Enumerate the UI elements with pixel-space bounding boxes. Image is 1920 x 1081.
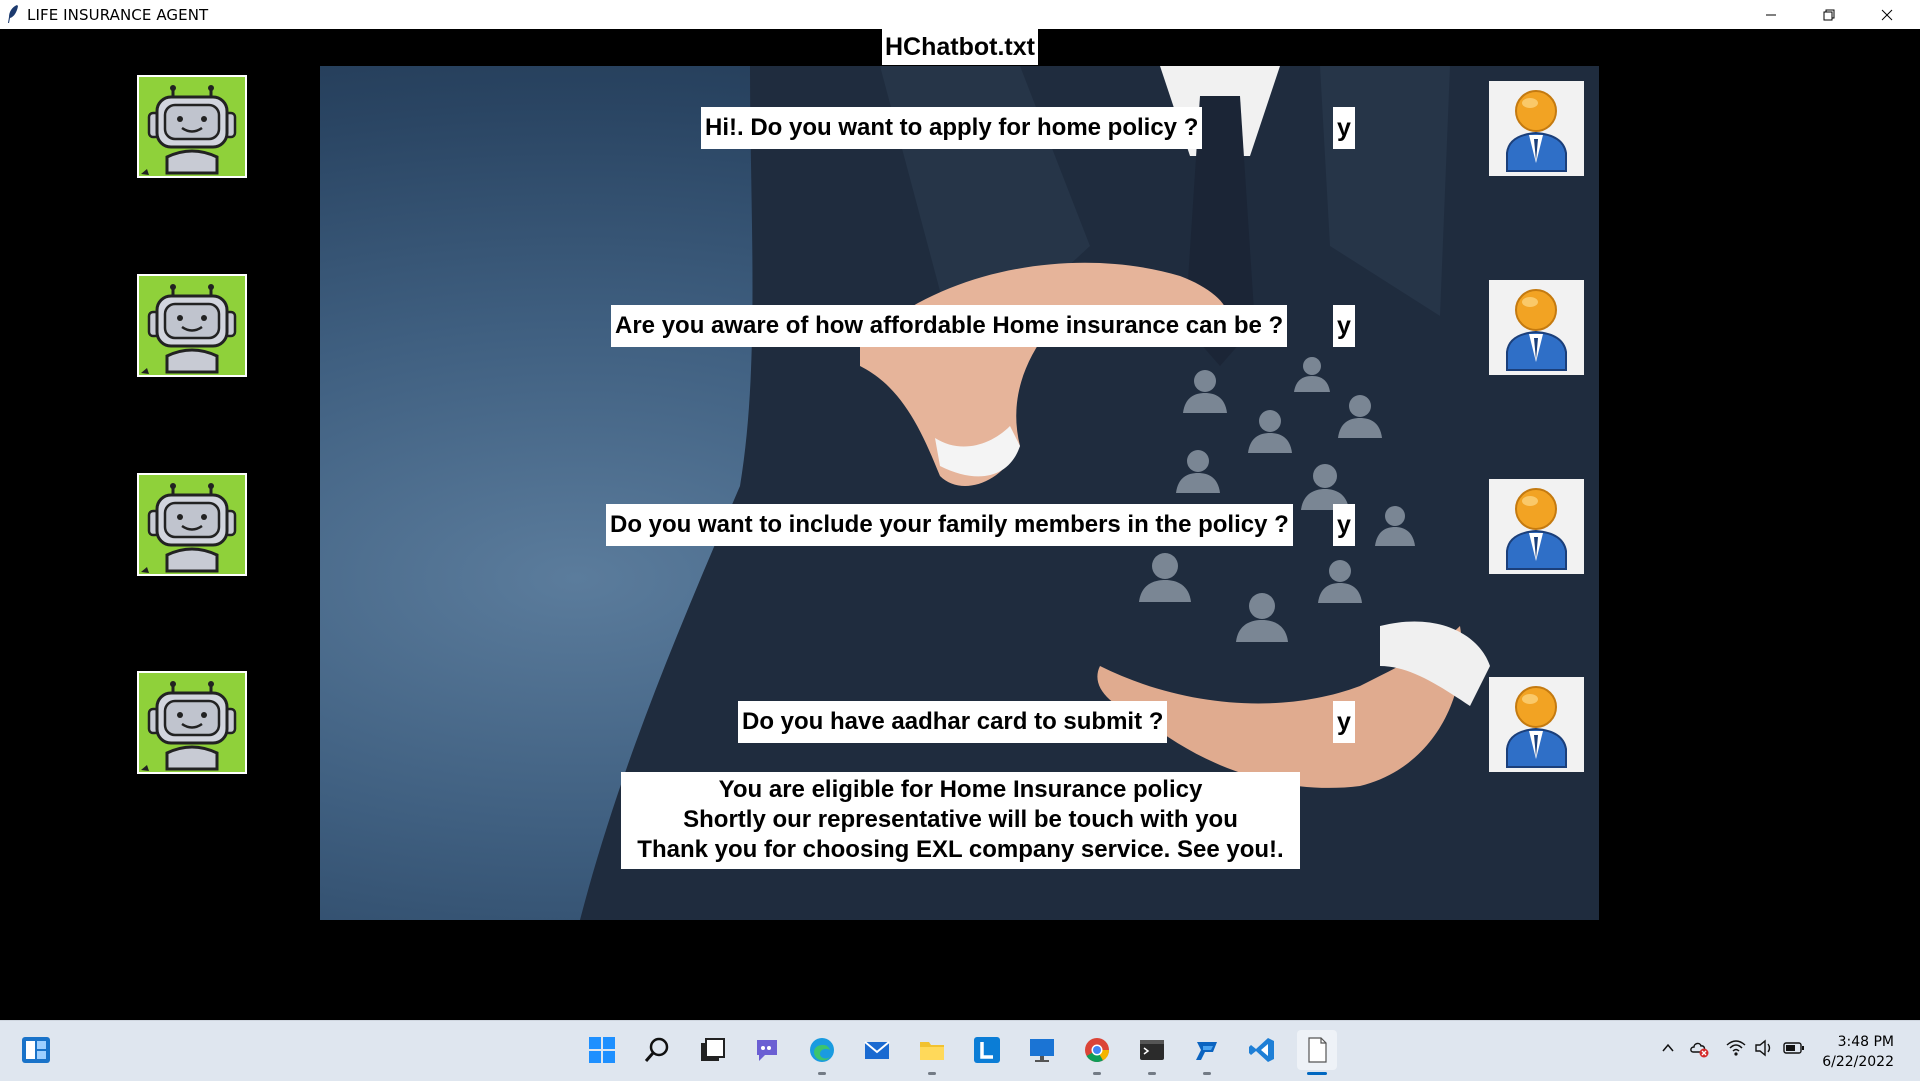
battery-icon[interactable] [1783, 1041, 1805, 1055]
bot-question: Do you have aadhar card to submit ? [738, 701, 1168, 743]
window-title: LIFE INSURANCE AGENT [27, 6, 209, 24]
remote-desktop-icon [1030, 1039, 1054, 1062]
running-indicator [928, 1072, 936, 1075]
bot-question: Do you want to include your family membe… [606, 504, 1293, 546]
folder-icon [920, 1042, 944, 1060]
search-icon [644, 1037, 669, 1062]
mail-icon [864, 1041, 890, 1059]
result-line: Shortly our representative will be touch… [683, 806, 1238, 833]
taskbar: 3:48 PM 6/22/2022 [0, 1020, 1920, 1081]
restore-button[interactable] [1800, 0, 1858, 29]
vscode-icon [1249, 1038, 1274, 1062]
robot-avatar-icon [137, 473, 247, 576]
running-indicator [1093, 1072, 1101, 1075]
robot-avatar-icon [137, 75, 247, 178]
remote-desktop-button[interactable] [1022, 1030, 1062, 1070]
running-indicator [1148, 1072, 1156, 1075]
edge-icon [810, 1038, 834, 1062]
task-view-icon [701, 1038, 725, 1061]
feather-icon [8, 5, 18, 23]
user-avatar-icon [1489, 81, 1584, 176]
close-icon [1881, 9, 1893, 20]
running-indicator [1203, 1072, 1211, 1075]
minimize-button[interactable] [1742, 0, 1800, 29]
app-l-button[interactable] [967, 1030, 1007, 1070]
minimize-icon [1766, 14, 1776, 15]
vscode-button[interactable] [1242, 1030, 1282, 1070]
search-button[interactable] [637, 1030, 677, 1070]
user-answer: y [1333, 107, 1355, 149]
robot-avatar-icon [137, 671, 247, 774]
chevron-up-icon[interactable] [1661, 1041, 1675, 1055]
user-answer: y [1333, 305, 1355, 347]
restore-icon [1823, 9, 1835, 20]
result-message: You are eligible for Home Insurance poli… [621, 772, 1300, 869]
teams-chat-button[interactable] [747, 1030, 787, 1070]
user-avatar-icon [1489, 677, 1584, 772]
user-avatar-icon [1489, 479, 1584, 574]
running-indicator [818, 1072, 826, 1075]
file-name-label: HChatbot.txt [882, 29, 1038, 65]
clock-date: 6/22/2022 [1822, 1054, 1894, 1070]
user-answer: y [1333, 504, 1355, 546]
chrome-button[interactable] [1077, 1030, 1117, 1075]
volume-icon[interactable] [1754, 1039, 1774, 1057]
result-line: Thank you for choosing EXL company servi… [637, 836, 1284, 863]
notepad-icon [1308, 1037, 1327, 1063]
mail-button[interactable] [857, 1030, 897, 1070]
terminal-icon [1140, 1040, 1164, 1060]
active-indicator [1307, 1072, 1327, 1075]
notepad-button[interactable] [1297, 1030, 1337, 1075]
title-bar: LIFE INSURANCE AGENT [0, 0, 1920, 29]
edge-button[interactable] [802, 1030, 842, 1075]
letter-l-app-icon [974, 1037, 1000, 1063]
bot-question: Hi!. Do you want to apply for home polic… [701, 107, 1203, 149]
terminal-button[interactable] [1132, 1030, 1172, 1075]
cloud-error-icon[interactable] [1689, 1038, 1709, 1058]
wifi-icon[interactable] [1726, 1039, 1746, 1057]
close-button[interactable] [1858, 0, 1916, 29]
robot-avatar-icon [137, 274, 247, 377]
chrome-icon [1085, 1038, 1109, 1063]
clock-time: 3:48 PM [1837, 1034, 1894, 1050]
result-line: You are eligible for Home Insurance poli… [718, 776, 1203, 803]
widgets-button[interactable] [16, 1030, 56, 1070]
system-clock[interactable]: 3:48 PM 6/22/2022 [1822, 1032, 1894, 1072]
power-automate-button[interactable] [1187, 1030, 1227, 1075]
user-answer: y [1333, 701, 1355, 743]
user-avatar-icon [1489, 280, 1584, 375]
task-view-button[interactable] [692, 1030, 732, 1070]
windows-logo-icon [589, 1037, 615, 1063]
chat-icon [757, 1040, 777, 1061]
power-automate-icon [1196, 1042, 1217, 1060]
file-explorer-button[interactable] [912, 1030, 952, 1075]
widgets-icon [22, 1037, 50, 1063]
bot-question: Are you aware of how affordable Home ins… [611, 305, 1288, 347]
start-button[interactable] [582, 1030, 622, 1070]
